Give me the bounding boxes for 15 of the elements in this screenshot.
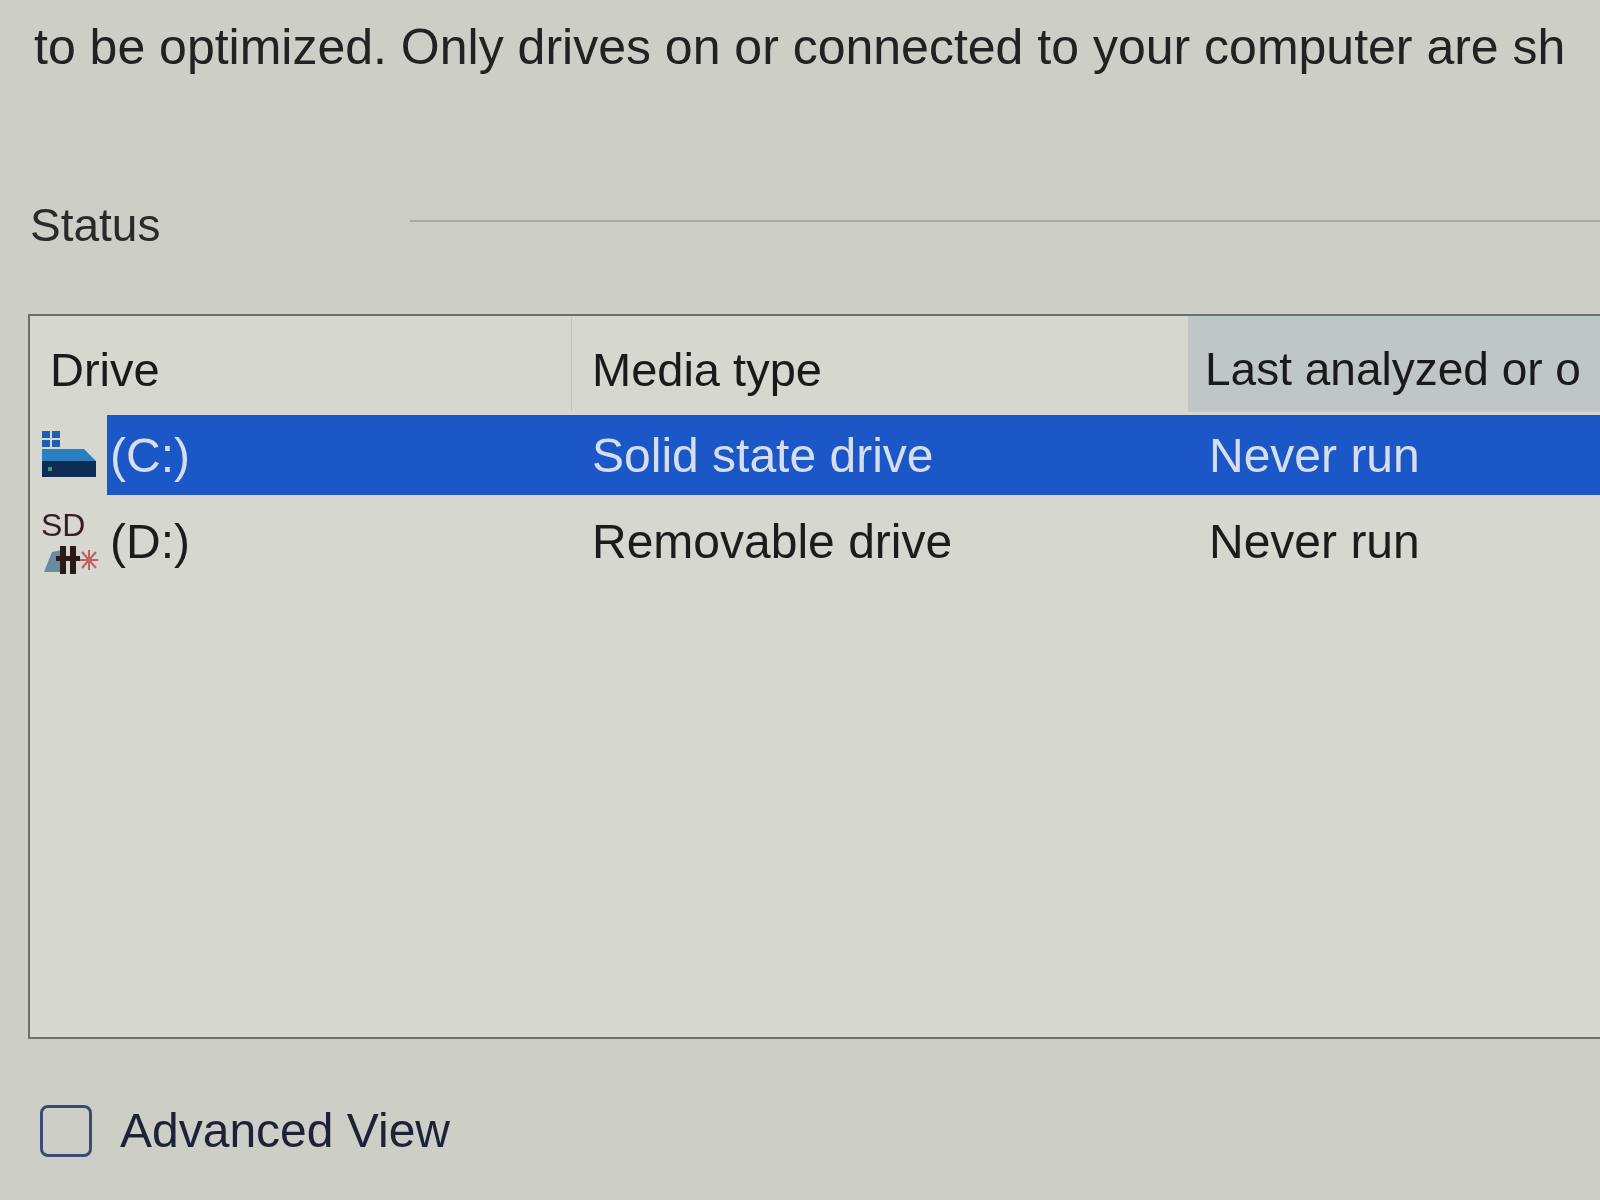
column-header[interactable]: Drive [30,316,572,412]
drive-name: (D:) [109,513,191,569]
drive-name: (C:) [109,427,191,483]
column-header[interactable]: Last analyzed or o [1189,316,1600,412]
status-label: Status [30,198,161,253]
drive-row[interactable]: (D:) Removable drive Never run [107,501,1600,581]
last-run: Never run [1208,513,1421,569]
description-text: to be optimized. Only drives on or connected to your computer are sh [34,18,1567,77]
media-type: Solid state drive [591,427,935,483]
drive-icon [39,431,98,479]
drive-row[interactable]: (C:) Solid state drive Never run [107,415,1600,495]
advanced-view-checkbox[interactable] [40,1104,92,1157]
last-run: Never run [1208,427,1421,483]
advanced-view-label[interactable]: Advanced View [120,1103,450,1158]
media-type: Removable drive [591,513,954,569]
